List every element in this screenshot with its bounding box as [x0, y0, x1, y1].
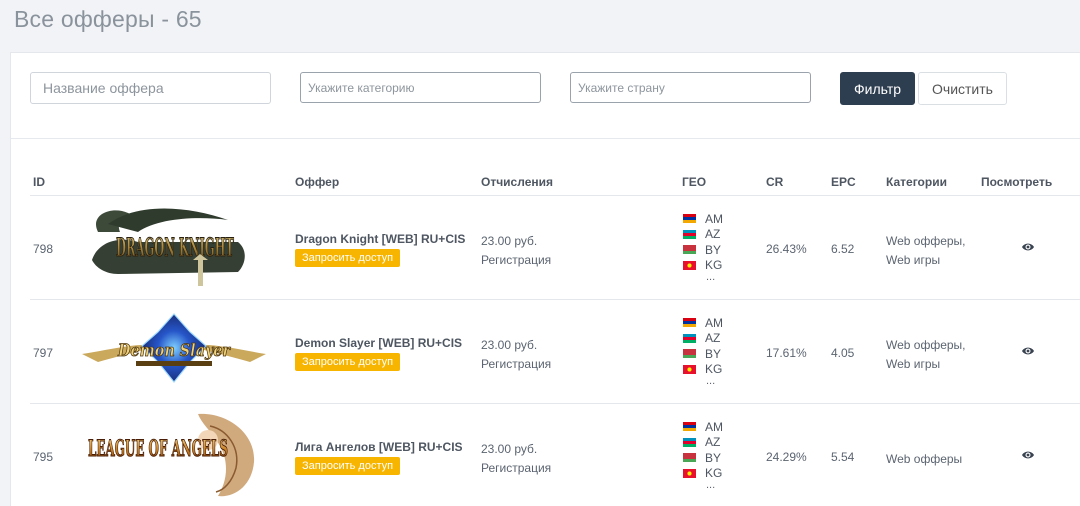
geo-item: AZ: [683, 227, 743, 243]
eye-icon[interactable]: [1021, 241, 1035, 253]
header-epc: EPC: [831, 175, 856, 189]
category-select[interactable]: [300, 72, 541, 103]
filter-button[interactable]: Фильтр: [840, 72, 915, 105]
header-offer: Оффер: [295, 175, 340, 189]
categories: Web офферы: [886, 450, 962, 469]
epc-value: 5.54: [831, 450, 855, 464]
table-row: 795 LEAGUE OF ANGELS Лига Ангелов [WEB] …: [30, 403, 1080, 506]
header-id: ID: [33, 175, 45, 189]
geo-code: AZ: [705, 331, 721, 346]
flag-am-icon: [683, 422, 696, 432]
payout-type: Регистрация: [481, 357, 552, 371]
geo-item: BY: [683, 450, 743, 466]
header-geo: ГЕО: [682, 175, 707, 189]
header-categories: Категории: [886, 175, 947, 189]
flag-by-icon: [683, 453, 696, 463]
epc-value: 4.05: [831, 346, 855, 360]
epc-value: 6.52: [831, 242, 855, 256]
geo-code: AM: [705, 419, 723, 434]
geo-item: AM: [683, 211, 743, 227]
offers-card: Фильтр Очистить ID Оффер Отчисления ГЕО …: [10, 52, 1080, 506]
offer-name-input[interactable]: [30, 72, 271, 104]
header-view: Посмотреть: [981, 175, 1053, 189]
eye-icon[interactable]: [1021, 345, 1035, 357]
geo-item: AM: [683, 315, 743, 331]
flag-az-icon: [683, 229, 696, 239]
cr-value: 26.43%: [766, 242, 807, 256]
flag-az-icon: [683, 333, 696, 343]
category-item: Web офферы,: [886, 338, 966, 352]
country-select[interactable]: [570, 72, 811, 103]
geo-code: AZ: [705, 227, 721, 242]
geo-item: AZ: [683, 435, 743, 451]
categories: Web офферы, Web игры: [886, 336, 966, 374]
flag-by-icon: [683, 349, 696, 359]
geo-item: BY: [683, 242, 743, 258]
payout-amount: 23.00 руб.: [481, 234, 538, 248]
cr-value: 24.29%: [766, 450, 807, 464]
payout: 23.00 руб. Регистрация: [481, 336, 551, 374]
table-row: 797 Demon Slayer Demon Slayer [WEB] RU+C…: [30, 299, 1080, 403]
geo-more[interactable]: ...: [683, 272, 743, 283]
category-item: Web офферы,: [886, 234, 966, 248]
geo-code: AM: [705, 315, 723, 330]
payout: 23.00 руб. Регистрация: [481, 232, 551, 270]
geo-item: AZ: [683, 331, 743, 347]
offer-id: 798: [33, 242, 54, 256]
flag-az-icon: [683, 437, 696, 447]
cr-value: 17.61%: [766, 346, 807, 360]
category-item: Web игры: [886, 357, 941, 371]
payout: 23.00 руб. Регистрация: [481, 440, 551, 478]
geo-list: AM AZ BY KG ...: [683, 419, 743, 491]
logo-text: Demon Slayer: [117, 341, 231, 361]
logo-text: LEAGUE OF ANGELS: [88, 436, 228, 462]
header-payout: Отчисления: [481, 175, 553, 189]
geo-code: AZ: [705, 435, 721, 450]
geo-list: AM AZ BY KG ...: [683, 211, 743, 283]
offer-name[interactable]: Demon Slayer [WEB] RU+CIS: [295, 336, 462, 350]
request-access-button[interactable]: Запросить доступ: [295, 457, 401, 475]
offer-id: 795: [33, 450, 54, 464]
logo-text: DRAGON KNIGHT: [116, 233, 234, 262]
geo-more[interactable]: ...: [683, 480, 743, 491]
request-access-button[interactable]: Запросить доступ: [295, 249, 401, 267]
flag-kg-icon: [683, 468, 696, 478]
header-cr: CR: [766, 175, 784, 189]
flag-am-icon: [683, 214, 696, 224]
flag-kg-icon: [683, 364, 696, 374]
flag-by-icon: [683, 245, 696, 255]
geo-more[interactable]: ...: [683, 376, 743, 387]
flag-am-icon: [683, 318, 696, 328]
table-row: 798 DRAGON KNIGHT Dragon Knight [WEB] RU…: [30, 195, 1080, 299]
clear-button[interactable]: Очистить: [918, 72, 1007, 105]
category-item: Web игры: [886, 253, 941, 267]
filter-bar: Фильтр Очистить: [11, 53, 1080, 139]
offer-name[interactable]: Dragon Knight [WEB] RU+CIS: [295, 232, 465, 246]
offer-name[interactable]: Лига Ангелов [WEB] RU+CIS: [295, 440, 463, 454]
categories: Web офферы, Web игры: [886, 232, 966, 270]
eye-icon[interactable]: [1021, 449, 1035, 461]
demon-slayer-logo[interactable]: Demon Slayer: [78, 306, 270, 396]
payout-type: Регистрация: [481, 253, 552, 267]
geo-item: BY: [683, 346, 743, 362]
request-access-button[interactable]: Запросить доступ: [295, 353, 401, 371]
geo-code: BY: [705, 242, 722, 257]
dragon-knight-logo[interactable]: DRAGON KNIGHT: [78, 202, 270, 292]
geo-item: AM: [683, 419, 743, 435]
geo-code: AM: [705, 211, 723, 226]
category-item: Web офферы: [886, 452, 963, 466]
payout-type: Регистрация: [481, 461, 552, 475]
payout-amount: 23.00 руб.: [481, 442, 538, 456]
geo-code: BY: [705, 346, 722, 361]
payout-amount: 23.00 руб.: [481, 338, 538, 352]
league-of-angels-logo[interactable]: LEAGUE OF ANGELS: [78, 410, 270, 500]
page-title: Все офферы - 65: [14, 6, 202, 32]
geo-code: BY: [705, 450, 722, 465]
geo-list: AM AZ BY KG ...: [683, 315, 743, 387]
offer-id: 797: [33, 346, 54, 360]
flag-kg-icon: [683, 260, 696, 270]
